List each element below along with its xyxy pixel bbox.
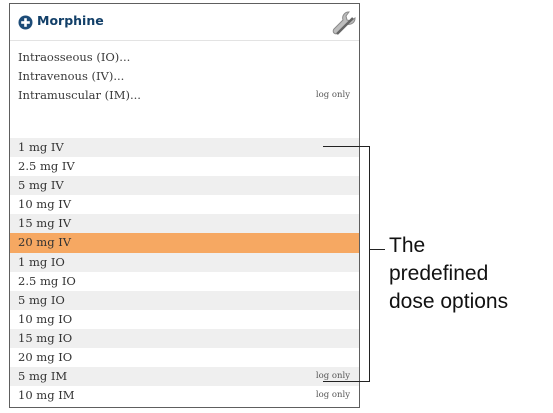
dose-label: 2.5 mg IV bbox=[18, 159, 75, 174]
dose-item[interactable]: 5 mg IM log only bbox=[10, 367, 359, 387]
dose-item[interactable]: 2.5 mg IO bbox=[10, 272, 359, 291]
log-only-tag: log only bbox=[315, 90, 350, 100]
dose-item[interactable]: 10 mg IO bbox=[10, 310, 359, 329]
dose-label: 15 mg IO bbox=[18, 330, 73, 345]
dose-item[interactable]: 15 mg IV bbox=[10, 214, 359, 234]
callout-connector bbox=[370, 249, 385, 250]
dose-label: 1 mg IO bbox=[18, 254, 65, 269]
dose-label: 20 mg IO bbox=[18, 350, 73, 365]
callout-line-2: predefined bbox=[389, 262, 489, 285]
dose-label: 15 mg IV bbox=[18, 216, 72, 231]
dose-item[interactable]: 20 mg IO bbox=[10, 348, 359, 367]
dose-label: 5 mg IO bbox=[18, 292, 65, 307]
dose-label: 5 mg IV bbox=[18, 178, 64, 193]
medication-title: Morphine bbox=[37, 13, 104, 28]
dose-label: 20 mg IV bbox=[18, 235, 72, 250]
log-only-tag: log only bbox=[315, 390, 350, 401]
callout-line-3: dose options bbox=[389, 290, 509, 313]
route-list: Intraosseous (IO)... Intravenous (IV)... I… bbox=[10, 48, 359, 105]
dose-label: 1 mg IV bbox=[18, 140, 64, 154]
dose-label: 10 mg IO bbox=[18, 311, 73, 326]
dose-item[interactable]: 15 mg IO bbox=[10, 328, 359, 349]
dose-item[interactable]: 10 mg IM log only bbox=[10, 386, 359, 405]
dose-item[interactable]: 10 mg IV bbox=[10, 195, 359, 214]
route-item[interactable]: Intramuscular (IM)... log only bbox=[10, 86, 359, 105]
route-item[interactable]: Intravenous (IV)... bbox=[10, 67, 359, 86]
dose-item[interactable]: 1 mg IO bbox=[10, 252, 359, 272]
dose-label: 10 mg IM bbox=[18, 388, 75, 403]
route-item[interactable]: Intraosseous (IO)... bbox=[10, 48, 359, 67]
dose-list: 1 mg IV 2.5 mg IV 5 mg IV 10 mg IV 15 mg IV 2… bbox=[10, 138, 359, 405]
route-label: Intramuscular (IM)... bbox=[18, 88, 141, 102]
dose-item[interactable]: 2.5 mg IV bbox=[10, 157, 359, 176]
dose-label: 5 mg IM bbox=[18, 369, 68, 384]
route-label: Intravenous (IV)... bbox=[18, 69, 125, 83]
plus-circle-icon[interactable] bbox=[18, 15, 33, 30]
dose-label: 2.5 mg IO bbox=[18, 273, 76, 288]
wrench-icon[interactable] bbox=[331, 10, 357, 36]
dose-item[interactable]: 5 mg IV bbox=[10, 176, 359, 196]
dose-item[interactable]: 20 mg IV bbox=[10, 233, 359, 253]
callout-bracket bbox=[323, 146, 370, 382]
medication-panel: Morphine Intraosseous (IO)... Intravenous… bbox=[9, 3, 360, 408]
dose-item[interactable]: 1 mg IV bbox=[10, 138, 359, 158]
callout-line-1: The bbox=[389, 234, 426, 257]
medication-header: Morphine bbox=[10, 4, 359, 41]
callout-text: The predefined dose options bbox=[389, 232, 549, 316]
dose-label: 10 mg IV bbox=[18, 197, 72, 212]
route-label: Intraosseous (IO)... bbox=[18, 50, 131, 64]
dose-item[interactable]: 5 mg IO bbox=[10, 290, 359, 310]
